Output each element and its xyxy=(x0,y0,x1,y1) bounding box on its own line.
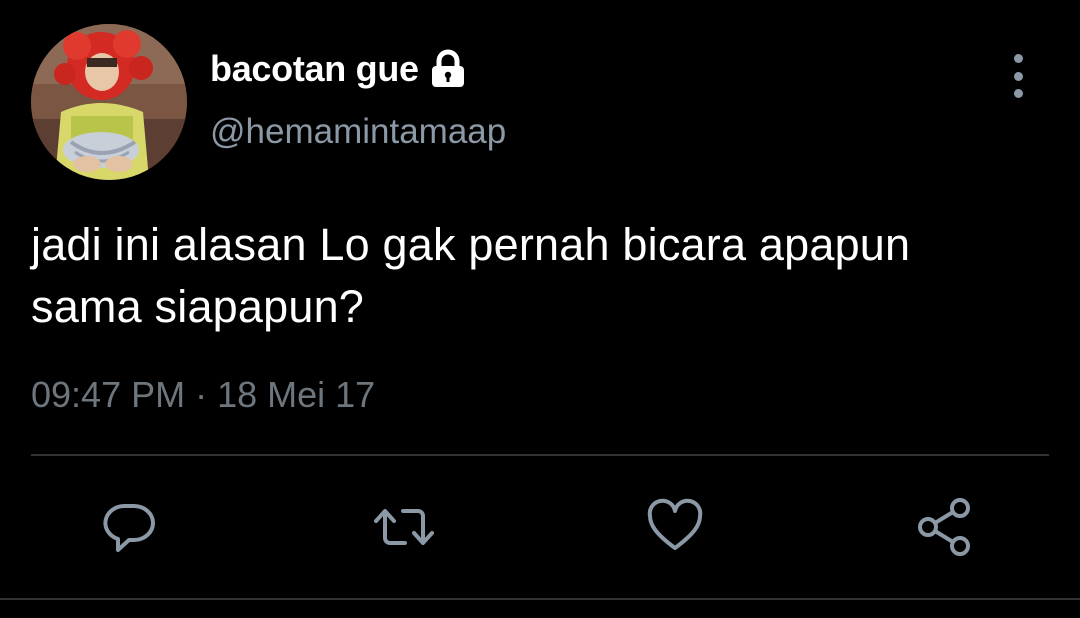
like-button[interactable] xyxy=(642,494,708,560)
tweet-timestamp[interactable]: 09:47 PM · 18 Mei 17 xyxy=(31,374,375,416)
reply-icon xyxy=(103,504,155,552)
heart-icon xyxy=(647,498,703,550)
divider xyxy=(31,454,1049,456)
more-dot xyxy=(1013,71,1023,81)
user-handle[interactable]: @hemamintamaap xyxy=(210,112,506,152)
share-icon xyxy=(918,498,970,556)
tweet-text: jadi ini alasan Lo gak pernah bicara apa… xyxy=(31,219,911,332)
avatar-image xyxy=(31,24,187,180)
divider-bottom xyxy=(0,598,1080,600)
lock-icon xyxy=(429,49,467,89)
display-name[interactable]: bacotan gue xyxy=(210,48,419,90)
more-dot xyxy=(1013,89,1023,98)
reply-button[interactable] xyxy=(96,494,162,560)
retweet-icon xyxy=(374,509,434,545)
more-options-button[interactable] xyxy=(1000,54,1036,98)
share-button[interactable] xyxy=(912,494,978,560)
retweet-button[interactable] xyxy=(371,494,437,560)
more-vertical-icon xyxy=(1013,54,1023,63)
tweet-detail: bacotan gue @hemamintamaap jadi ini alas… xyxy=(0,0,1080,618)
display-name-row: bacotan gue xyxy=(210,44,467,94)
action-bar xyxy=(0,494,1080,560)
avatar[interactable] xyxy=(31,24,187,180)
